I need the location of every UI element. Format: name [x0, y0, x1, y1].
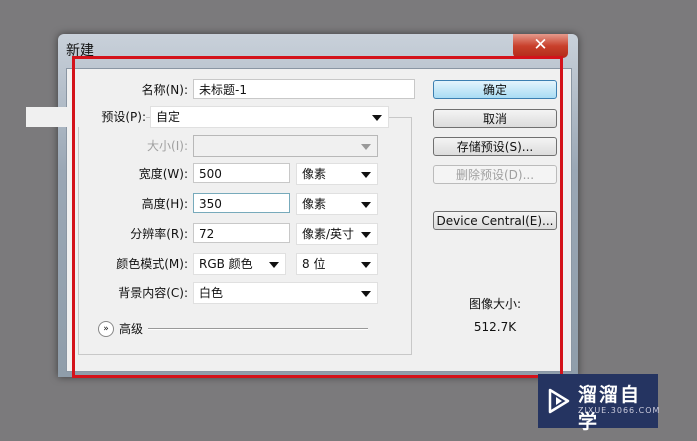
close-button[interactable]: ✕ — [513, 34, 568, 58]
dropdown-arrow-icon — [361, 262, 371, 268]
height-label: 高度(H): — [141, 197, 188, 211]
bit-depth-select[interactable]: 8 位 — [296, 253, 378, 275]
dropdown-arrow-icon — [361, 144, 371, 150]
dropdown-arrow-icon — [372, 115, 382, 121]
background-value: 白色 — [199, 286, 224, 300]
save-preset-button[interactable]: 存储预设(S)... — [433, 137, 557, 156]
watermark: 溜溜自学 ZIXUE.3066.COM — [538, 374, 661, 433]
device-central-button[interactable]: Device Central(E)... — [433, 211, 557, 230]
width-unit-value: 像素 — [302, 167, 327, 181]
height-unit-value: 像素 — [302, 197, 327, 211]
resolution-unit-value: 像素/英寸 — [302, 227, 355, 241]
preset-value: 自定 — [156, 110, 181, 124]
image-size-value: 512.7K — [473, 320, 517, 334]
dropdown-arrow-icon — [361, 172, 371, 178]
height-unit-select[interactable]: 像素 — [296, 193, 378, 215]
play-logo-icon — [548, 388, 570, 414]
name-label: 名称(N): — [141, 83, 188, 97]
dropdown-arrow-icon — [361, 232, 371, 238]
color-mode-value: RGB 颜色 — [199, 257, 253, 271]
size-label: 大小(I): — [147, 139, 188, 153]
resolution-label: 分辨率(R): — [130, 227, 188, 241]
preset-select[interactable]: 自定 — [150, 106, 389, 128]
dropdown-arrow-icon — [361, 291, 371, 297]
dialog-title: 新建 — [66, 43, 94, 59]
advanced-label[interactable]: 高级 — [119, 320, 143, 337]
color-mode-select[interactable]: RGB 颜色 — [193, 253, 286, 275]
size-select — [193, 135, 378, 157]
delete-preset-button: 删除预设(D)... — [433, 165, 557, 184]
image-size-label: 图像大小: — [468, 297, 522, 311]
dropdown-arrow-icon — [269, 262, 279, 268]
height-input[interactable]: 350 — [193, 193, 290, 213]
color-mode-label: 颜色模式(M): — [116, 257, 188, 271]
ok-button[interactable]: 确定 — [433, 80, 557, 99]
expand-advanced-icon[interactable]: » — [98, 321, 114, 337]
advanced-divider — [148, 328, 368, 330]
preset-label: 预设(P): — [26, 107, 146, 127]
width-label: 宽度(W): — [138, 167, 188, 181]
resolution-input[interactable]: 72 — [193, 223, 290, 243]
bit-depth-value: 8 位 — [302, 257, 326, 271]
dropdown-arrow-icon — [361, 202, 371, 208]
cancel-button[interactable]: 取消 — [433, 109, 557, 128]
width-input[interactable]: 500 — [193, 163, 290, 183]
background-select[interactable]: 白色 — [193, 282, 378, 304]
resolution-unit-select[interactable]: 像素/英寸 — [296, 223, 378, 245]
name-input[interactable]: 未标题-1 — [193, 79, 415, 99]
background-label: 背景内容(C): — [118, 286, 188, 300]
width-unit-select[interactable]: 像素 — [296, 163, 378, 185]
watermark-url: ZIXUE.3066.COM — [578, 406, 661, 415]
